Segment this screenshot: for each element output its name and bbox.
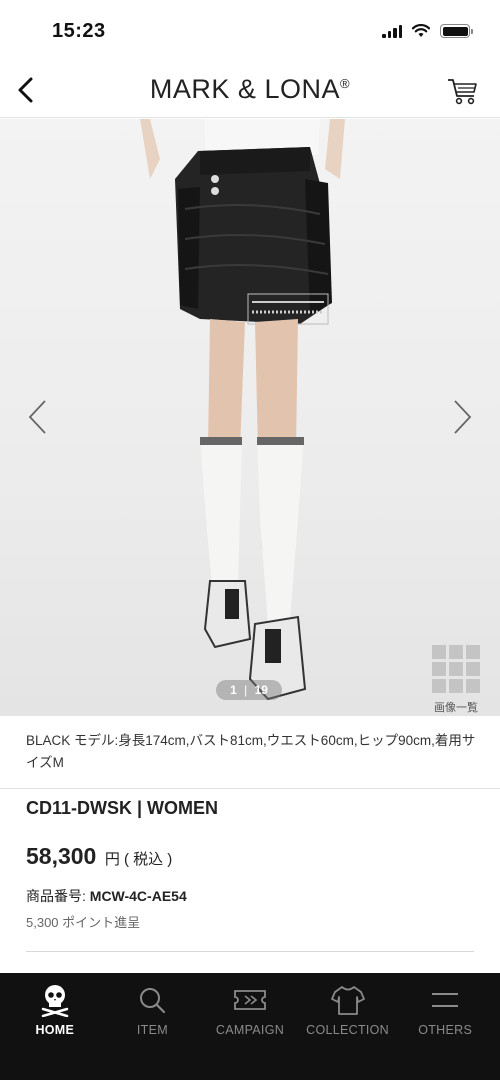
total-image-count: 19 — [254, 683, 268, 697]
nav-label-others: OTHERS — [418, 1023, 473, 1037]
model-info-text: BLACK モデル:身長174cm,バスト81cm,ウエスト60cm,ヒップ90… — [26, 733, 476, 770]
nav-item-campaign[interactable]: CAMPAIGN — [202, 983, 298, 1080]
app-header: MARK & LONA® — [0, 62, 500, 118]
product-code-label: 商品番号: — [26, 888, 86, 904]
price-amount: 58,300 — [26, 843, 97, 869]
divider — [26, 951, 474, 952]
image-list-button[interactable]: 画像一覧 — [426, 645, 486, 715]
nav-label-home: HOME — [35, 1023, 75, 1037]
battery-icon — [440, 24, 473, 38]
product-photo — [140, 119, 345, 701]
ticket-icon — [232, 983, 268, 1017]
chevron-right-icon — [454, 400, 472, 434]
nav-item-home[interactable]: HOME — [7, 983, 103, 1080]
nav-item-item[interactable]: ITEM — [104, 983, 200, 1080]
skull-icon — [37, 983, 73, 1017]
brand-logo[interactable]: MARK & LONA® — [0, 74, 500, 105]
status-icons — [382, 24, 473, 38]
search-icon — [134, 983, 170, 1017]
status-bar: 15:23 — [0, 0, 500, 62]
nav-label-collection: COLLECTION — [306, 1023, 390, 1037]
price-tax-label: 円 ( 税込 ) — [104, 851, 173, 868]
counter-separator: | — [244, 683, 248, 697]
gallery-prev-button[interactable] — [18, 397, 58, 437]
current-image-index: 1 — [230, 683, 237, 697]
product-code: 商品番号: MCW-4C-AE54 — [26, 886, 187, 906]
nav-item-collection[interactable]: COLLECTION — [300, 983, 396, 1080]
product-price: 58,300 円 ( 税込 ) — [26, 843, 172, 870]
gallery-next-button[interactable] — [442, 397, 482, 437]
cart-icon — [448, 79, 477, 105]
cellular-signal-icon — [382, 24, 402, 38]
bottom-navigation: HOME ITEM CAMPAIGN COLLECTION OTHERS — [0, 973, 500, 1080]
product-name: CD11-DWSK | WOMEN — [26, 798, 219, 818]
reward-points: 5,300 ポイント進呈 — [26, 915, 141, 930]
nav-item-others[interactable]: OTHERS — [397, 983, 493, 1080]
wifi-icon — [412, 24, 430, 37]
image-list-label: 画像一覧 — [434, 702, 478, 714]
product-code-value: MCW-4C-AE54 — [89, 888, 187, 904]
image-page-counter: 1 | 19 — [216, 680, 282, 700]
status-time: 15:23 — [52, 20, 106, 42]
grid-icon — [432, 645, 480, 693]
shirt-icon — [330, 983, 366, 1017]
divider — [0, 788, 500, 789]
nav-label-campaign: CAMPAIGN — [215, 1023, 285, 1037]
chevron-left-icon — [28, 400, 46, 434]
product-image-gallery[interactable]: 1 | 19 画像一覧 — [0, 119, 500, 716]
nav-label-item: ITEM — [136, 1023, 168, 1037]
cart-button[interactable] — [446, 74, 480, 108]
menu-icon — [427, 983, 463, 1017]
